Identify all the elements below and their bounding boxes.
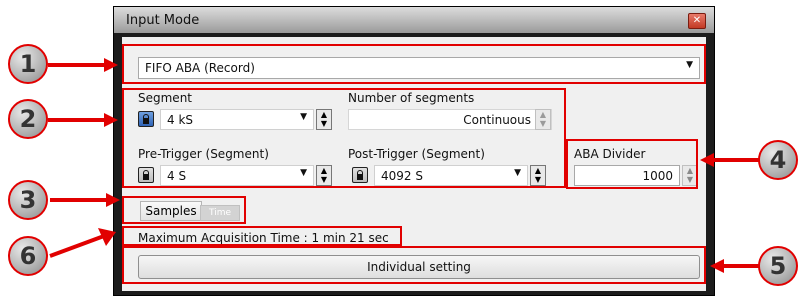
callout-badge-5: 5 (758, 246, 798, 286)
callout-badge-2: 2 (8, 99, 48, 139)
callout-badge-6: 6 (8, 236, 48, 276)
callout-badge-3: 3 (8, 180, 48, 220)
callout-badge-4: 4 (758, 140, 798, 180)
callout-arrows (48, 58, 762, 273)
callout-badge-1: 1 (8, 44, 48, 84)
